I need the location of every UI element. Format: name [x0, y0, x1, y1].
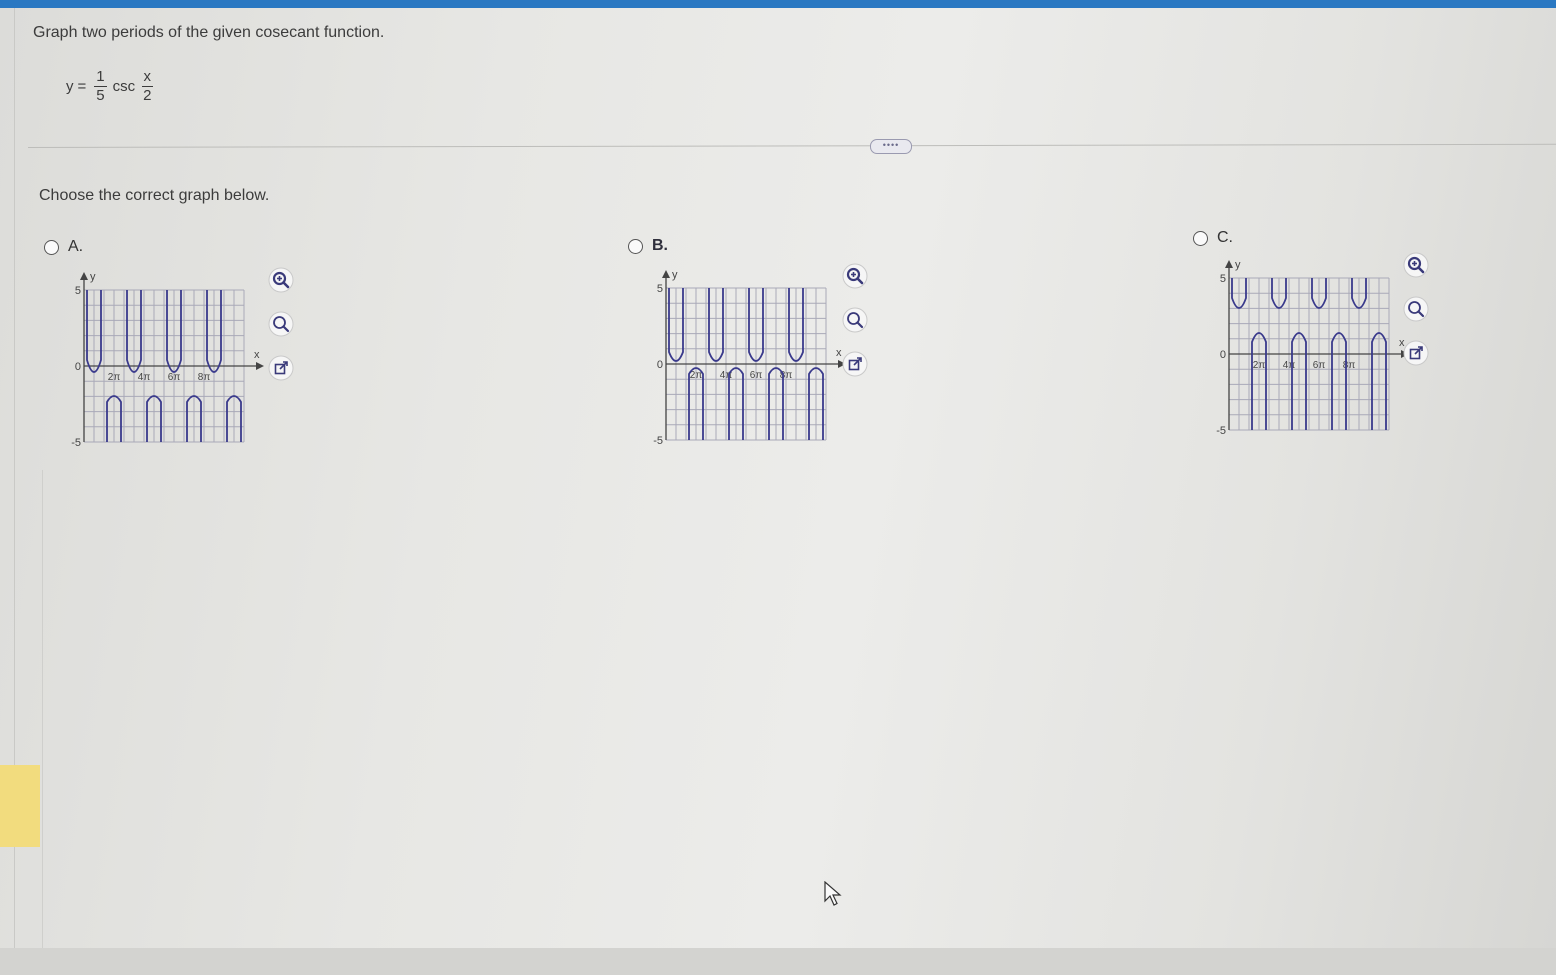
y-max-label: 5 [657, 283, 663, 295]
zoom-in-button[interactable] [840, 261, 870, 291]
x-tick-label: 6π [168, 372, 181, 383]
open-new-window-icon [1403, 340, 1429, 366]
left-margin-rule-lower [42, 470, 43, 970]
x-axis-arrow [256, 362, 264, 370]
y-min-label: -5 [71, 437, 81, 449]
zoom-out-icon [1403, 296, 1429, 322]
option-c-radio[interactable] [1193, 230, 1208, 246]
open-new-window-button[interactable] [1401, 338, 1431, 368]
y-max-label: 5 [1220, 273, 1226, 285]
x-tick-label: 4π [1283, 360, 1296, 371]
argument-numerator: x [141, 67, 154, 87]
coefficient-numerator: 1 [94, 67, 107, 87]
function-name: csc [112, 77, 136, 95]
open-new-window-button[interactable] [840, 349, 870, 379]
option-a-radio[interactable] [44, 239, 59, 255]
option-c-graph[interactable]: yx50-52π 4π 6π 8π [1205, 250, 1415, 440]
y-min-label: -5 [653, 435, 663, 447]
zoom-out-button[interactable] [1401, 294, 1431, 324]
option-b-header[interactable]: B. [628, 237, 668, 255]
choice-prompt: Choose the correct graph below. [39, 187, 270, 204]
option-a-letter: A. [68, 238, 84, 255]
x-tick-label: 6π [1313, 360, 1326, 371]
zoom-out-button[interactable] [840, 305, 870, 335]
side-tab[interactable] [0, 765, 40, 847]
y-zero-label: 0 [1220, 349, 1226, 361]
y-axis-label: y [1235, 259, 1241, 271]
y-axis-arrow [662, 270, 670, 278]
open-new-window-button[interactable] [266, 353, 296, 383]
zoom-out-icon [268, 311, 294, 337]
x-tick-label: 4π [138, 372, 151, 383]
top-accent-bar [0, 0, 1556, 8]
open-new-window-icon [842, 351, 868, 377]
coefficient-denominator: 5 [96, 86, 105, 104]
x-tick-label: 8π [1343, 360, 1356, 371]
option-b-radio[interactable] [628, 238, 643, 254]
zoom-in-icon [842, 263, 868, 289]
bottom-band [0, 948, 1556, 975]
option-b-tools [840, 261, 870, 379]
mouse-cursor-icon [824, 881, 842, 906]
zoom-in-button[interactable] [266, 265, 296, 295]
option-a-graph[interactable]: y x 5 0 -5 2π 4π 6π 8π [60, 262, 270, 452]
option-a-header[interactable]: A. [44, 238, 83, 256]
expand-more-button[interactable]: •••• [870, 139, 912, 154]
coefficient-fraction: 1 5 [94, 67, 107, 105]
zoom-out-button[interactable] [266, 309, 296, 339]
x-axis-label: x [254, 349, 260, 361]
y-axis-label: y [672, 269, 678, 281]
option-a-tools [266, 265, 296, 383]
equation-lhs: y [66, 77, 74, 95]
y-min-label: -5 [1216, 425, 1226, 437]
x-tick-label: 2π [108, 372, 121, 383]
zoom-in-icon [268, 267, 294, 293]
y-axis-arrow [1225, 260, 1233, 268]
option-c-tools [1401, 250, 1431, 368]
x-tick-label: 8π [198, 372, 211, 383]
option-c-letter: C. [1217, 229, 1233, 246]
argument-denominator: 2 [143, 86, 152, 104]
zoom-in-button[interactable] [1401, 250, 1431, 280]
open-new-window-icon [268, 355, 294, 381]
zoom-in-icon [1403, 252, 1429, 278]
question-instruction: Graph two periods of the given cosecant … [33, 24, 385, 41]
x-tick-label: 2π [1253, 360, 1266, 371]
argument-fraction: x 2 [141, 67, 154, 105]
y-max-label: 5 [75, 285, 81, 297]
y-axis-label: y [90, 271, 96, 283]
y-zero-label: 0 [657, 359, 663, 371]
equation-equals: = [77, 77, 87, 95]
zoom-out-icon [842, 307, 868, 333]
section-divider [27, 143, 1556, 148]
y-axis-arrow [80, 272, 88, 280]
option-b-graph[interactable]: yx50-52π 4π 6π 8π [642, 260, 852, 450]
option-b-letter: B. [652, 237, 668, 254]
option-c-header[interactable]: C. [1193, 229, 1233, 247]
x-tick-label: 6π [750, 370, 763, 381]
y-zero-label: 0 [75, 361, 81, 373]
equation: y = 1 5 csc x 2 [66, 62, 157, 110]
